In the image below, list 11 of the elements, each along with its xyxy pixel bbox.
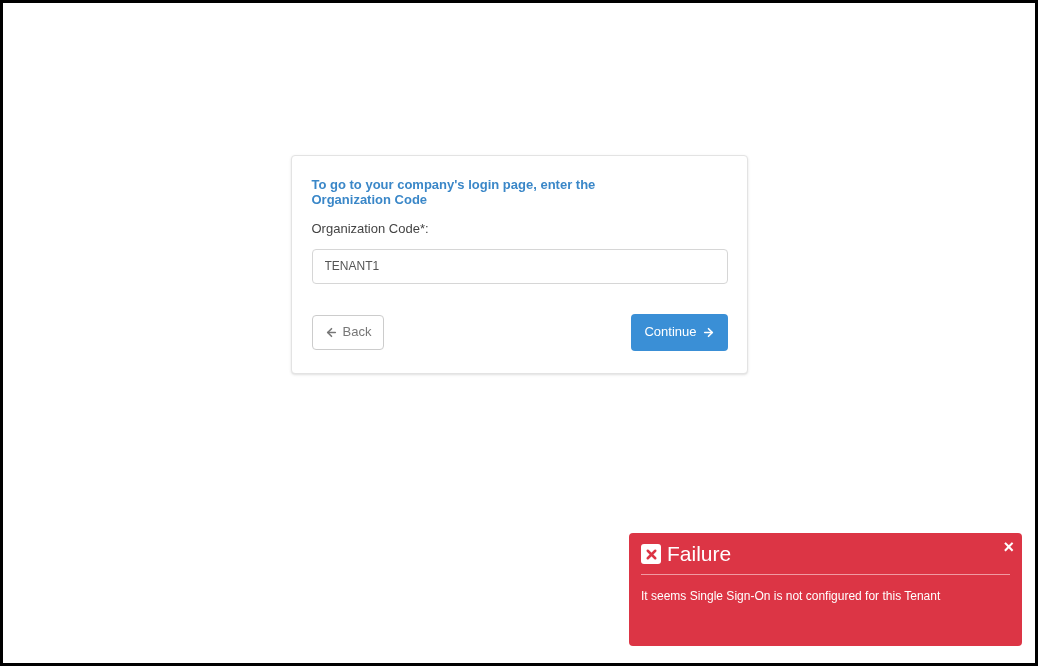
arrow-left-icon — [324, 325, 338, 339]
continue-button[interactable]: Continue — [631, 313, 728, 351]
back-button[interactable]: Back — [311, 314, 385, 350]
organization-code-field[interactable]: TENANT1 — [311, 248, 728, 284]
card-heading: To go to your company's login page, enter the Organization Code — [311, 177, 597, 207]
error-icon — [641, 544, 661, 564]
close-button[interactable]: × — [1003, 537, 1014, 557]
toast-message: It seems Single Sign-On is not configured for this Tenant — [641, 588, 942, 605]
arrow-right-icon — [701, 325, 715, 339]
field-label: Organization Code*: — [311, 220, 430, 238]
toast-title: Failure — [667, 541, 732, 567]
